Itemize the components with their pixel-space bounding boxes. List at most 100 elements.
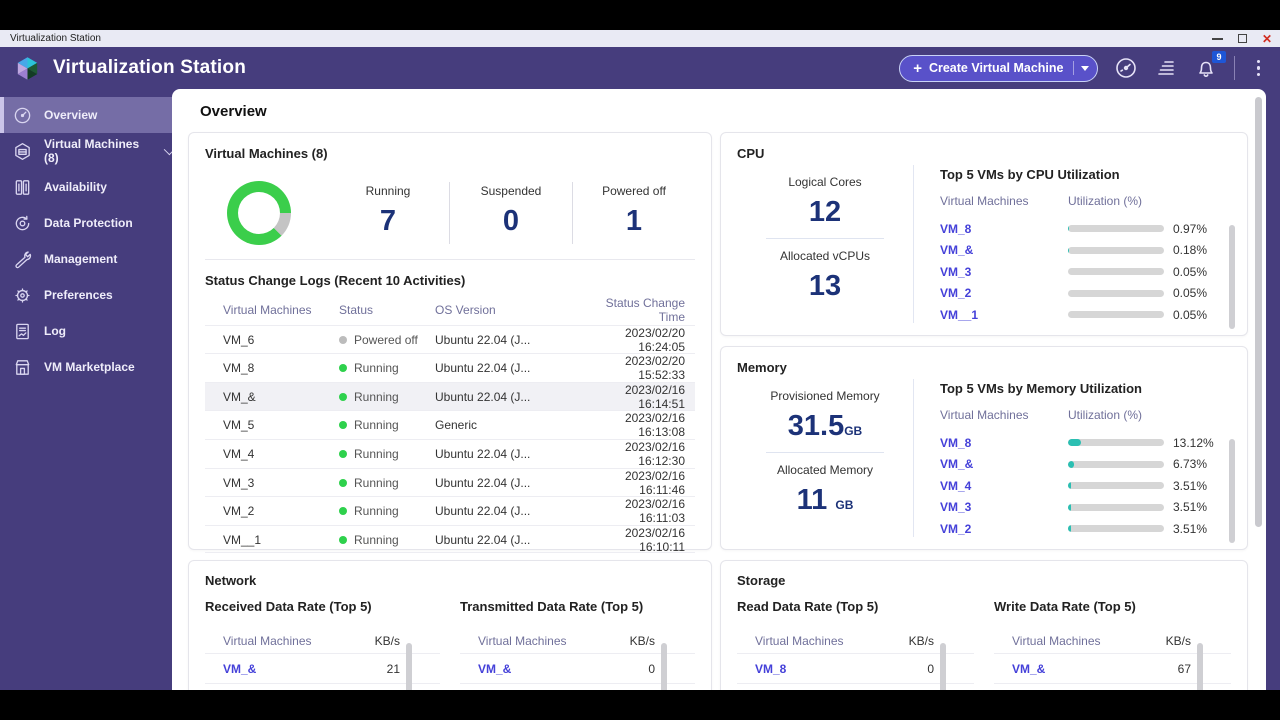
- sidebar-item-preferences[interactable]: Preferences: [0, 277, 172, 313]
- sidebar-item-log[interactable]: Log: [0, 313, 172, 349]
- table-title: Read Data Rate (Top 5): [737, 599, 879, 614]
- cpu-top5: Top 5 VMs by CPU Utilization Virtual Mac…: [913, 165, 1235, 329]
- notifications-bell-icon[interactable]: 9: [1194, 51, 1226, 80]
- write-table-scrollbar[interactable]: [1197, 643, 1203, 690]
- vm-link[interactable]: VM_&: [940, 243, 1068, 257]
- maximize-button[interactable]: [1237, 34, 1247, 43]
- column-header: KB/s: [629, 634, 655, 648]
- utilization-bar: [1068, 460, 1164, 468]
- table-header-row: Virtual Machines KB/s: [205, 629, 440, 653]
- metric-unit: GB: [835, 498, 854, 512]
- stat-label: Powered off: [602, 184, 666, 198]
- vm-link[interactable]: VM_8: [940, 436, 1068, 450]
- background-tasks-icon[interactable]: [1154, 56, 1178, 80]
- memory-metrics: Provisioned Memory 31.5GB Allocated Memo…: [737, 379, 913, 537]
- app-header: Virtualization Station + Create Virtual …: [0, 47, 1280, 89]
- stat-value: 1: [625, 205, 643, 237]
- status-dot-icon: [339, 507, 347, 516]
- status-dot-icon: [339, 364, 347, 373]
- vm-link[interactable]: VM_3: [940, 500, 1068, 514]
- stat-powered-off: Powered off 1: [572, 182, 695, 244]
- sidebar-item-virtual-machines[interactable]: Virtual Machines (8): [0, 133, 176, 169]
- plus-icon: +: [913, 59, 922, 77]
- table-row: VM__1 21: [205, 683, 440, 690]
- utilization-value: 3.51%: [1173, 500, 1208, 515]
- memory-top5-scrollbar[interactable]: [1229, 439, 1235, 543]
- table-row: VM_2 0.05%: [940, 283, 1231, 305]
- more-menu-icon[interactable]: [1251, 58, 1267, 79]
- table-header-row: Virtual Machines KB/s: [994, 629, 1231, 653]
- table-row: VM_& 0: [737, 683, 974, 690]
- minimize-button[interactable]: [1211, 37, 1223, 40]
- vm-link[interactable]: VM_4: [940, 479, 1068, 493]
- utilization-value: 0.05%: [1173, 286, 1208, 301]
- vm-link[interactable]: VM_&: [478, 662, 597, 676]
- table-row: VM_3 3.51%: [940, 497, 1231, 519]
- vm-link[interactable]: VM_8: [755, 662, 876, 676]
- utilization-bar: [1068, 482, 1164, 490]
- utilization-bar: [1068, 225, 1164, 233]
- sidebar-item-management[interactable]: Management: [0, 241, 172, 277]
- chevron-down-icon[interactable]: [1080, 65, 1089, 71]
- sidebar-item-availability[interactable]: Availability: [0, 169, 172, 205]
- vm-name: VM_2: [223, 504, 255, 519]
- vm-link[interactable]: VM__1: [940, 308, 1068, 322]
- received-table-scrollbar[interactable]: [406, 643, 412, 690]
- sidebar-item-label: Data Protection: [44, 216, 133, 230]
- vm-os: Ubuntu 22.04 (J...: [435, 446, 531, 461]
- sidebar-item-overview[interactable]: Overview: [0, 97, 172, 133]
- utilization-value: 0.05%: [1173, 264, 1208, 279]
- top5-title: Top 5 VMs by Memory Utilization: [940, 381, 1143, 396]
- vm-status: Running: [339, 361, 435, 375]
- table-header-row: Virtual Machines Utilization (%): [940, 408, 1231, 422]
- memory-top5: Top 5 VMs by Memory Utilization Virtual …: [913, 379, 1235, 543]
- transmitted-table-scrollbar[interactable]: [661, 643, 667, 690]
- create-virtual-machine-button[interactable]: + Create Virtual Machine: [899, 54, 1098, 82]
- utilization-bar: [1068, 525, 1164, 533]
- vm-os: Ubuntu 22.04 (J...: [435, 389, 531, 404]
- utilization-value: 6.73%: [1173, 457, 1208, 472]
- vm-link[interactable]: VM_&: [940, 457, 1068, 471]
- vm-link[interactable]: VM_8: [940, 222, 1068, 236]
- vm-name: VM_4: [223, 446, 255, 461]
- vm-status-time: 2023/02/16 16:13:08: [624, 411, 685, 440]
- table-row: VM__1 Running Ubuntu 22.04 (J... 2023/02…: [205, 524, 695, 554]
- table-row: VM_5 Running Generic 2023/02/16 16:13:08: [205, 410, 695, 439]
- vm-os: Ubuntu 22.04 (J...: [435, 504, 531, 519]
- status-dot-icon: [339, 392, 347, 401]
- column-header: Virtual Machines: [1012, 634, 1101, 648]
- main-content: Overview Virtual Machines (8) Running 7 …: [172, 89, 1266, 690]
- column-header: Virtual Machines: [223, 634, 312, 648]
- metric-value: 11 GB: [796, 484, 854, 516]
- sidebar-item-data-protection[interactable]: Data Protection: [0, 205, 172, 241]
- table-row: VM_4 Running Ubuntu 22.04 (J... 2023/02/…: [205, 438, 695, 468]
- stat-value: 7: [379, 205, 397, 237]
- utilization-value: 3.51%: [1173, 521, 1208, 536]
- sidebar-item-vm-marketplace[interactable]: VM Marketplace: [0, 349, 172, 385]
- vm-status-time: 2023/02/16 16:11:46: [624, 468, 685, 497]
- availability-icon: [15, 179, 30, 195]
- vm-link[interactable]: VM_&: [1012, 662, 1133, 676]
- sidebar-item-label: Overview: [44, 108, 98, 122]
- sidebar-item-label: Preferences: [44, 288, 113, 302]
- cpu-top5-scrollbar[interactable]: [1229, 225, 1235, 329]
- vm-link[interactable]: VM_2: [940, 522, 1068, 536]
- app-logo-icon: [17, 56, 38, 80]
- vm-name: VM_3: [223, 475, 255, 490]
- read-table-scrollbar[interactable]: [940, 643, 946, 690]
- vm-link[interactable]: VM_2: [940, 286, 1068, 300]
- button-divider: [1072, 61, 1074, 75]
- vm-link[interactable]: VM_&: [223, 662, 342, 676]
- status-logs-title: Status Change Logs (Recent 10 Activities…: [205, 273, 466, 288]
- vm-status: Running: [339, 447, 435, 461]
- main-scrollbar[interactable]: [1255, 97, 1262, 527]
- utilization-value: 13.12%: [1173, 435, 1214, 450]
- performance-gauge-icon[interactable]: [1114, 56, 1138, 80]
- column-header: Virtual Machines: [478, 634, 567, 648]
- create-virtual-machine-label: Create Virtual Machine: [928, 61, 1064, 75]
- vm-status: Running: [339, 390, 435, 404]
- column-header: OS Version: [435, 303, 496, 318]
- close-button[interactable]: ✕: [1262, 33, 1272, 45]
- column-header: Virtual Machines: [223, 303, 312, 318]
- vm-link[interactable]: VM_3: [940, 265, 1068, 279]
